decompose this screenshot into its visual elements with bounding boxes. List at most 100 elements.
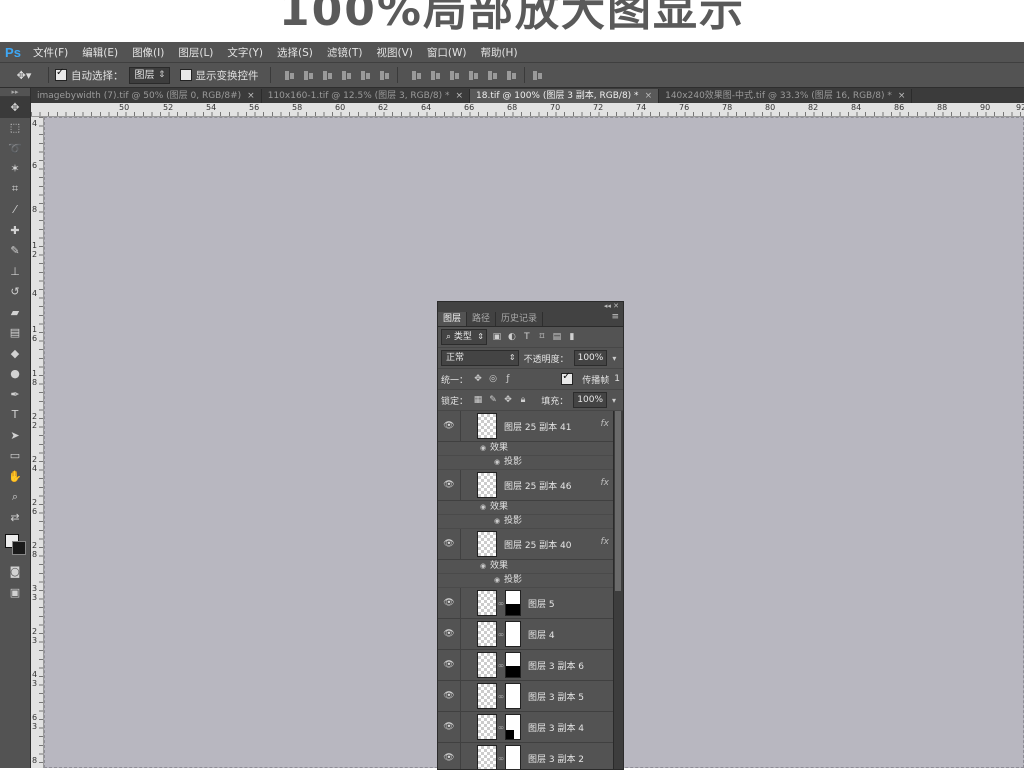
eye-icon[interactable]: 👁︎ bbox=[438, 712, 461, 742]
layer-row[interactable]: 👁︎ ∞ 图层 3 副本 2 bbox=[438, 743, 613, 769]
background-color-swatch[interactable] bbox=[12, 540, 26, 555]
fill-input[interactable]: 100% bbox=[573, 392, 607, 408]
unify-visibility-icon[interactable]: ◎ bbox=[488, 374, 498, 384]
tab-imagebywidth[interactable]: imagebywidth (7).tif @ 50% (图层 0, RGB/8#… bbox=[31, 89, 262, 103]
align-bottom-icon[interactable] bbox=[321, 69, 334, 82]
screen-mode-icon[interactable]: ▣ bbox=[0, 582, 30, 603]
lock-position-icon[interactable]: ✥ bbox=[503, 395, 513, 405]
pixel-filter-icon[interactable]: ▣ bbox=[492, 332, 502, 342]
propagate-frame-checkbox[interactable] bbox=[561, 371, 574, 385]
effects-row[interactable]: ◉ 效果 bbox=[438, 442, 613, 456]
drop-shadow-row[interactable]: ◉ 投影 bbox=[438, 515, 613, 529]
layer-row[interactable]: 👁︎ 图层 25 副本 41 fx bbox=[438, 411, 613, 442]
layers-scrollbar[interactable] bbox=[613, 411, 623, 769]
drop-shadow-row[interactable]: ◉ 投影 bbox=[438, 574, 613, 588]
close-icon[interactable]: × bbox=[898, 89, 906, 103]
effects-row[interactable]: ◉ 效果 bbox=[438, 560, 613, 574]
eye-icon[interactable]: 👁︎ bbox=[438, 411, 461, 441]
eye-icon[interactable]: ◉ bbox=[494, 574, 500, 587]
layer-row[interactable]: 👁︎ ∞ 图层 5 bbox=[438, 588, 613, 619]
marquee-tool-icon[interactable]: ⬚ bbox=[0, 118, 30, 139]
layer-mask-thumbnail[interactable] bbox=[505, 683, 521, 709]
link-icon[interactable]: ∞ bbox=[497, 692, 505, 701]
lock-image-icon[interactable]: ✎ bbox=[488, 395, 498, 405]
quick-mask-icon[interactable]: ◙ bbox=[0, 562, 30, 583]
close-icon[interactable]: × bbox=[645, 89, 653, 103]
horizontal-ruler[interactable]: 50 52 54 56 58 60 62 64 66 68 70 72 74 7… bbox=[31, 103, 1024, 117]
panel-collapse-icon[interactable]: ◂◂ ✕ bbox=[438, 302, 623, 311]
layer-mask-thumbnail[interactable] bbox=[505, 621, 521, 647]
layer-row[interactable]: 👁︎ ∞ 图层 3 副本 4 bbox=[438, 712, 613, 743]
lock-all-icon[interactable]: 🔒︎ bbox=[518, 395, 528, 405]
eye-icon[interactable]: 👁︎ bbox=[438, 470, 461, 500]
layer-mask-thumbnail[interactable] bbox=[505, 652, 521, 678]
eye-icon[interactable]: 👁︎ bbox=[438, 529, 461, 559]
layer-name[interactable]: 图层 3 副本 2 bbox=[528, 752, 584, 765]
move-tool-icon[interactable]: ✥ bbox=[0, 97, 30, 118]
layer-name[interactable]: 图层 3 副本 4 bbox=[528, 721, 584, 734]
layer-mask-thumbnail[interactable] bbox=[505, 590, 521, 616]
layer-row[interactable]: 👁︎ 图层 25 副本 46 fx bbox=[438, 470, 613, 501]
type-filter-icon[interactable]: T bbox=[522, 332, 532, 342]
distribute-hcenter-icon[interactable] bbox=[486, 69, 499, 82]
align-vcenter-icon[interactable] bbox=[302, 69, 315, 82]
eye-icon[interactable]: 👁︎ bbox=[438, 588, 461, 618]
tab-140x240[interactable]: 140x240效果图-中式.tif @ 33.3% (图层 16, RGB/8)… bbox=[659, 89, 913, 103]
menu-file[interactable]: 文件(F) bbox=[26, 45, 75, 60]
distribute-vcenter-icon[interactable] bbox=[429, 69, 442, 82]
move-tool-preset-icon[interactable]: ✥▾ bbox=[6, 65, 42, 85]
layer-name[interactable]: 图层 4 bbox=[528, 628, 555, 641]
link-icon[interactable]: ∞ bbox=[497, 661, 505, 670]
fx-icon[interactable]: fx bbox=[601, 419, 610, 429]
shape-filter-icon[interactable]: ⌑ bbox=[537, 332, 547, 342]
layer-name[interactable]: 图层 25 副本 46 bbox=[504, 479, 572, 492]
gradient-tool-icon[interactable]: ▤ bbox=[0, 323, 30, 344]
layer-name[interactable]: 图层 3 副本 5 bbox=[528, 690, 584, 703]
zoom-tool-icon[interactable]: ⌕ bbox=[0, 487, 30, 508]
fx-icon[interactable]: fx bbox=[601, 537, 610, 547]
scrollbar-thumb[interactable] bbox=[615, 411, 621, 591]
auto-select-dropdown[interactable]: 图层 bbox=[128, 66, 170, 84]
eraser-tool-icon[interactable]: ▰ bbox=[0, 302, 30, 323]
eye-icon[interactable]: ◉ bbox=[480, 560, 486, 573]
blur-tool-icon[interactable]: ◆ bbox=[0, 343, 30, 364]
smart-object-filter-icon[interactable]: ▤ bbox=[552, 332, 562, 342]
menu-help[interactable]: 帮助(H) bbox=[473, 45, 524, 60]
shape-tool-icon[interactable]: ▭ bbox=[0, 446, 30, 467]
distribute-top-icon[interactable] bbox=[410, 69, 423, 82]
layer-row[interactable]: 👁︎ ∞ 图层 3 副本 5 bbox=[438, 681, 613, 712]
menu-view[interactable]: 视图(V) bbox=[369, 45, 419, 60]
eye-icon[interactable]: 👁︎ bbox=[438, 619, 461, 649]
align-hcenter-icon[interactable] bbox=[359, 69, 372, 82]
link-icon[interactable]: ∞ bbox=[497, 754, 505, 763]
type-tool-icon[interactable]: T bbox=[0, 405, 30, 426]
layer-row[interactable]: 👁︎ 图层 25 副本 40 fx bbox=[438, 529, 613, 560]
panel-grip-icon[interactable]: ▸▸ bbox=[0, 88, 30, 97]
eye-icon[interactable]: ◉ bbox=[480, 501, 486, 514]
fill-arrow-icon[interactable]: ▾ bbox=[612, 396, 620, 405]
eye-icon[interactable]: ◉ bbox=[480, 442, 486, 455]
layer-name[interactable]: 图层 25 副本 40 bbox=[504, 538, 572, 551]
panel-menu-icon[interactable]: ≡ bbox=[611, 312, 619, 322]
blend-mode-dropdown[interactable]: 正常 bbox=[441, 350, 519, 366]
menu-window[interactable]: 窗口(W) bbox=[420, 45, 474, 60]
link-icon[interactable]: ∞ bbox=[497, 723, 505, 732]
align-top-icon[interactable] bbox=[283, 69, 296, 82]
menu-layer[interactable]: 图层(L) bbox=[171, 45, 220, 60]
lasso-tool-icon[interactable]: ➰ bbox=[0, 138, 30, 159]
history-brush-tool-icon[interactable]: ↺ bbox=[0, 282, 30, 303]
distribute-bottom-icon[interactable] bbox=[448, 69, 461, 82]
menu-type[interactable]: 文字(Y) bbox=[220, 45, 270, 60]
tab-layers[interactable]: 图层 bbox=[438, 312, 468, 326]
tab-history[interactable]: 历史记录 bbox=[496, 312, 544, 326]
adjustment-filter-icon[interactable]: ◐ bbox=[507, 332, 517, 342]
tab-paths[interactable]: 路径 bbox=[467, 312, 497, 326]
unify-position-icon[interactable]: ✥ bbox=[473, 374, 483, 384]
auto-select-checkbox[interactable] bbox=[55, 67, 67, 81]
swap-colors-icon[interactable]: ⇄ bbox=[0, 507, 30, 528]
opacity-input[interactable]: 100% bbox=[573, 350, 608, 366]
opacity-arrow-icon[interactable]: ▾ bbox=[612, 354, 620, 363]
eye-icon[interactable]: ◉ bbox=[494, 515, 500, 528]
distribute-right-icon[interactable] bbox=[505, 69, 518, 82]
layer-name[interactable]: 图层 3 副本 6 bbox=[528, 659, 584, 672]
